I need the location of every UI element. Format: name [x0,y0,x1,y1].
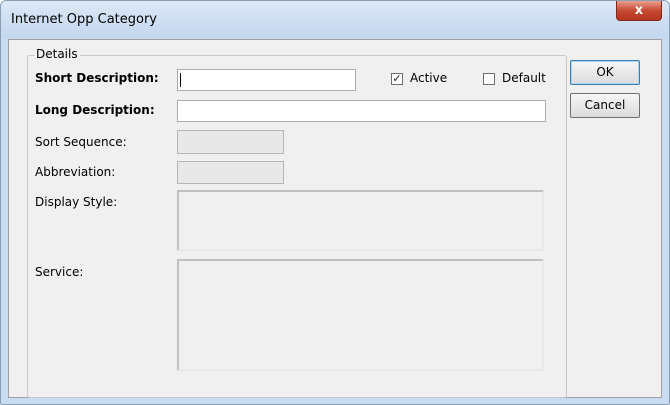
dialog-body: Details Short Description: ✓ Active Defa… [8,39,662,398]
display-style-field[interactable] [177,190,544,251]
abbreviation-label: Abbreviation: [35,165,116,179]
default-checkbox[interactable] [483,73,495,85]
checkmark-icon: ✓ [392,72,402,85]
details-legend: Details [34,47,80,61]
active-label[interactable]: Active [410,71,447,85]
service-label: Service: [35,265,84,279]
display-style-label: Display Style: [35,195,118,209]
title-bar[interactable]: Internet Opp Category x [1,1,669,39]
sort-sequence-label: Sort Sequence: [35,135,127,149]
long-description-label: Long Description: [35,103,155,117]
ok-button[interactable]: OK [570,60,640,85]
close-button[interactable]: x [616,1,662,21]
service-field[interactable] [177,259,544,371]
window-title: Internet Opp Category [11,12,158,27]
abbreviation-input[interactable] [177,161,284,184]
close-icon: x [634,3,644,18]
short-description-input[interactable] [177,69,356,91]
long-description-input[interactable] [177,100,546,122]
sort-sequence-input[interactable] [177,130,284,154]
dialog-window: Internet Opp Category x Details Short De… [0,0,670,405]
short-description-label: Short Description: [35,71,159,85]
text-caret [180,73,181,87]
cancel-button[interactable]: Cancel [570,93,640,118]
active-checkbox[interactable]: ✓ [391,73,403,85]
default-label[interactable]: Default [502,71,546,85]
